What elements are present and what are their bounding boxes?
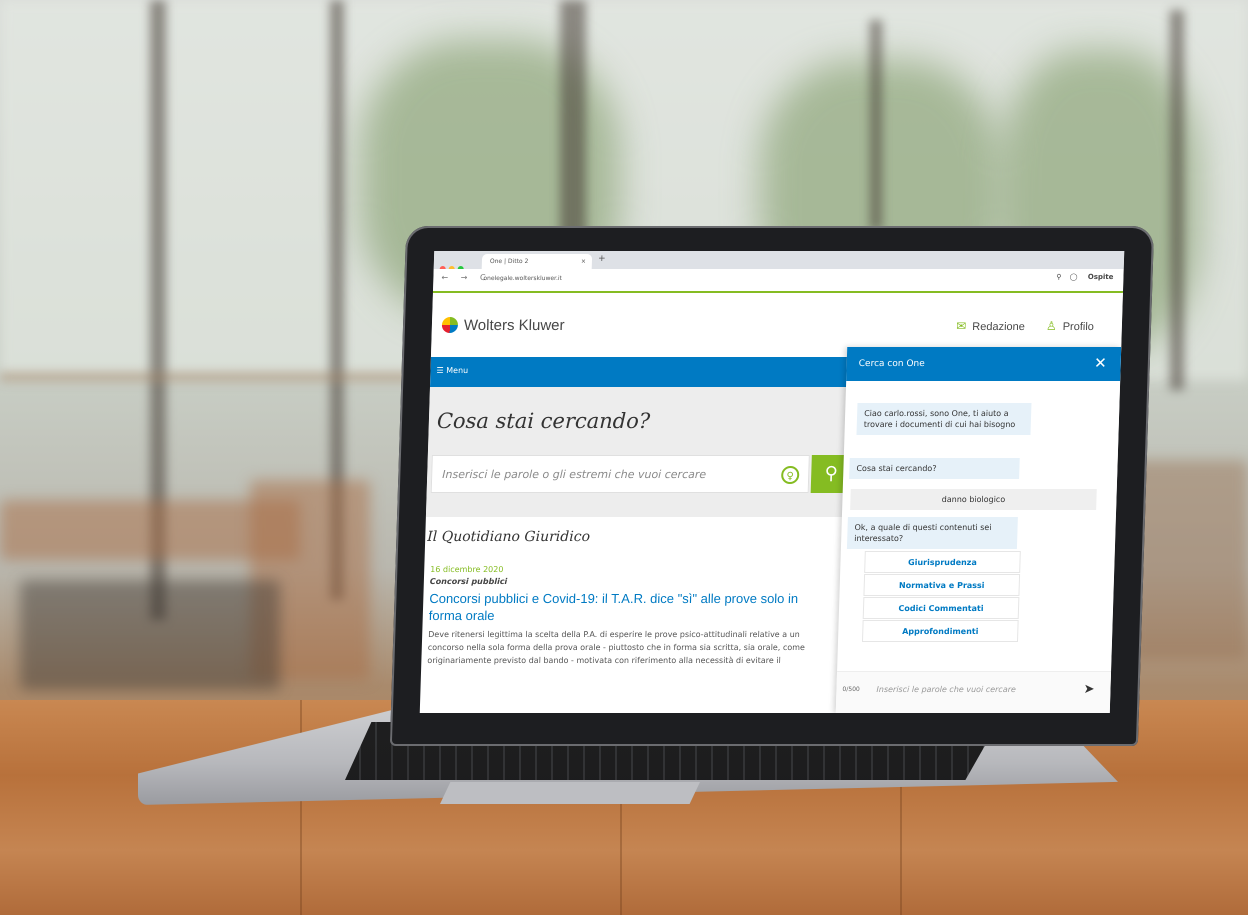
- profilo-label: Profilo: [1062, 321, 1095, 333]
- char-counter: 0/500: [842, 686, 860, 693]
- new-tab-icon[interactable]: +: [598, 254, 606, 264]
- article-category: Concorsi pubblici: [429, 577, 508, 586]
- logo-text: Wolters Kluwer: [463, 317, 565, 334]
- url-field[interactable]: onelegale.wolterskluwer.it: [483, 275, 562, 282]
- trackpad: [440, 782, 700, 804]
- chat-input[interactable]: Inserisci le parole che vuoi cercare: [876, 685, 1016, 694]
- magnifier-icon: ⚲: [824, 463, 839, 484]
- wolters-kluwer-logo-icon: [441, 317, 459, 333]
- option-codici-commentati[interactable]: Codici Commentati: [862, 597, 1020, 619]
- option-approfondimenti[interactable]: Approfondimenti: [861, 620, 1019, 642]
- browser-screen: One | Ditto 2 × + ← → C onelegale.wolter…: [419, 251, 1125, 713]
- menu-button[interactable]: ☰ Menu: [436, 366, 468, 375]
- chat-close-icon[interactable]: ✕: [1094, 354, 1107, 372]
- tab-close-icon[interactable]: ×: [581, 254, 587, 269]
- guest-label[interactable]: Ospite: [1088, 273, 1114, 281]
- bot-followup-message: Ok, a quale di questi contenuti sei inte…: [846, 517, 1018, 549]
- browser-actions: ⚲ ◯ Ospite: [1056, 273, 1113, 281]
- user-icon: ♙: [1045, 319, 1057, 333]
- bot-question-message: Cosa stai cercando?: [849, 458, 1020, 479]
- chat-header: Cerca con One ✕: [846, 347, 1122, 381]
- tab-title: One | Ditto 2: [489, 258, 529, 265]
- bot-greeting-message: Ciao carlo.rossi, sono One, ti aiuto a t…: [856, 403, 1032, 435]
- site-logo[interactable]: Wolters Kluwer: [441, 317, 565, 334]
- chat-panel: Cerca con One ✕ Ciao carlo.rossi, sono O…: [835, 347, 1122, 713]
- news-article: 16 dicembre 2020 Concorsi pubblici Conco…: [427, 565, 830, 667]
- search-input[interactable]: Inserisci le parole o gli estremi che vu…: [430, 455, 810, 493]
- send-icon[interactable]: ➤: [1083, 682, 1094, 697]
- article-excerpt: Deve ritenersi legittima la scelta della…: [427, 630, 806, 665]
- article-date: 16 dicembre 2020: [430, 565, 504, 574]
- article-headline-link[interactable]: Concorsi pubblici e Covid-19: il T.A.R. …: [429, 590, 830, 624]
- redazione-link[interactable]: ✉ Redazione: [956, 319, 1026, 333]
- header-links: ✉ Redazione ♙ Profilo: [938, 319, 1094, 333]
- news-section-title: Il Quotidiano Giuridico: [427, 529, 591, 545]
- option-normativa-prassi[interactable]: Normativa e Prassi: [863, 574, 1021, 596]
- chat-title: Cerca con One: [858, 359, 925, 369]
- profile-icon[interactable]: ◯: [1070, 273, 1078, 281]
- profilo-link[interactable]: ♙ Profilo: [1045, 319, 1095, 333]
- option-giurisprudenza[interactable]: Giurisprudenza: [864, 551, 1021, 573]
- user-message: danno biologico: [850, 489, 1097, 510]
- search-heading: Cosa stai cercando?: [436, 409, 651, 433]
- redazione-label: Redazione: [972, 321, 1026, 333]
- browser-tab-bar: One | Ditto 2 × +: [433, 251, 1125, 272]
- address-bar: ← → C onelegale.wolterskluwer.it ⚲ ◯ Osp…: [432, 269, 1124, 293]
- browser-tab[interactable]: One | Ditto 2 ×: [481, 254, 593, 269]
- chat-input-area: 0/500 Inserisci le parole che vuoi cerca…: [835, 671, 1112, 713]
- laptop: One | Ditto 2 × + ← → C onelegale.wolter…: [0, 0, 1248, 915]
- mail-icon: ✉: [956, 319, 967, 333]
- search-icon[interactable]: ⚲: [1056, 273, 1061, 281]
